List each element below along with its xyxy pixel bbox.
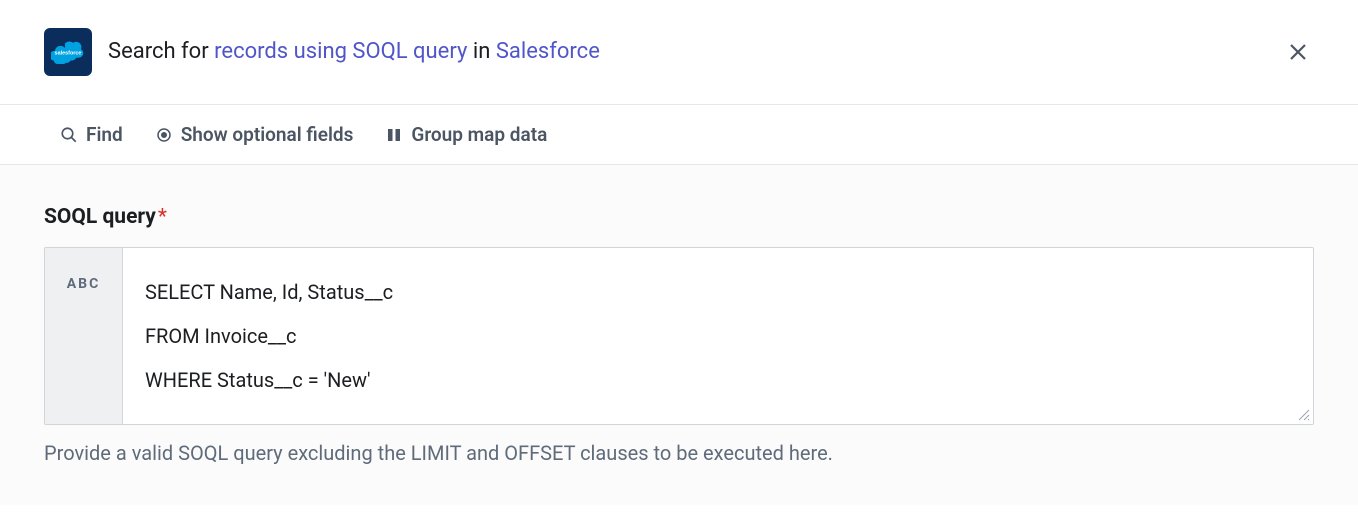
title-app-link[interactable]: Salesforce [496,39,600,64]
search-icon [60,126,78,144]
required-indicator: * [158,205,167,229]
show-optional-fields-button[interactable]: Show optional fields [155,123,354,146]
field-type-badge: ABC [45,248,123,424]
query-input-container: ABC SELECT Name, Id, Status__c FROM Invo… [44,247,1314,425]
title-action-link[interactable]: records using SOQL query [214,39,467,64]
eye-icon [155,126,173,144]
field-label: SOQL query* [44,205,1314,229]
field-help-text: Provide a valid SOQL query excluding the… [44,441,1314,465]
group-map-data-button[interactable]: Group map data [385,123,547,146]
close-button[interactable] [1286,40,1310,64]
soql-query-input[interactable]: SELECT Name, Id, Status__c FROM Invoice_… [123,248,1313,424]
type-badge-text: ABC [67,276,101,292]
svg-text:salesforce: salesforce [55,50,82,56]
salesforce-cloud-icon: salesforce [51,40,85,64]
group-map-label: Group map data [411,123,547,146]
title-prefix: Search for [108,39,214,64]
group-map-icon [385,126,403,144]
content-area: SOQL query* ABC SELECT Name, Id, Status_… [0,165,1358,505]
step-header: salesforce Search for records using SOQL… [0,0,1358,105]
salesforce-app-icon: salesforce [44,28,92,76]
toolbar: Find Show optional fields Group map data [0,105,1358,165]
find-button[interactable]: Find [60,123,123,146]
title-mid: in [467,39,495,64]
optional-fields-label: Show optional fields [181,123,354,146]
field-label-text: SOQL query [44,205,156,229]
close-icon [1286,40,1310,64]
find-label: Find [86,123,123,146]
step-title: Search for records using SOQL query in S… [108,37,600,68]
